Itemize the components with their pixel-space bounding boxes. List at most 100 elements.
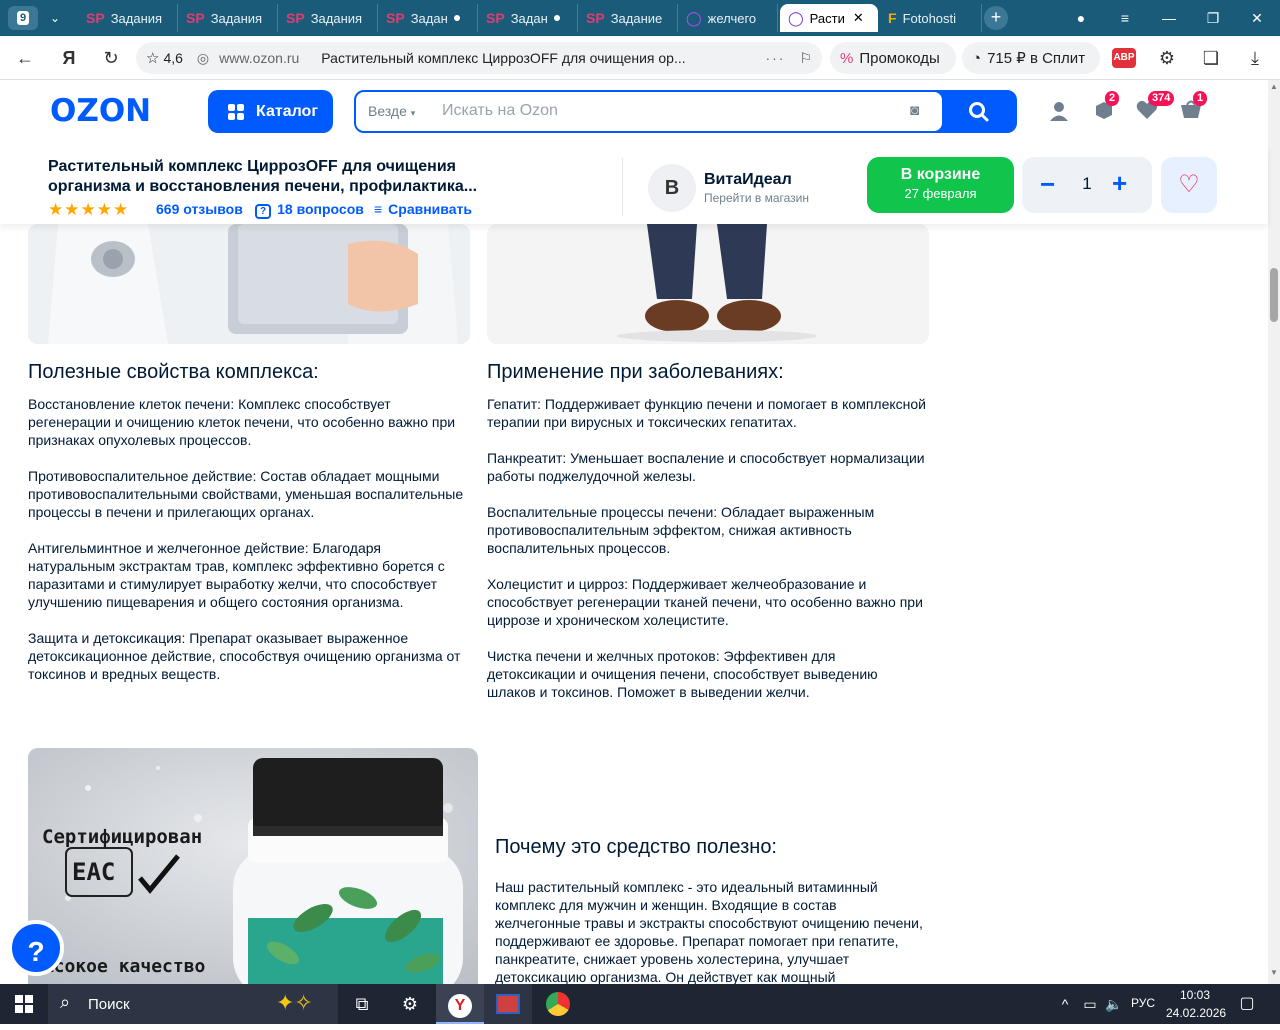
cart-button-label: В корзине xyxy=(900,166,981,183)
new-tab-button[interactable]: + xyxy=(984,6,1008,30)
doctor-image xyxy=(28,224,470,344)
quantity-stepper: − 1 + xyxy=(1022,157,1152,213)
compare-link[interactable]: ≡ Сравнивать xyxy=(374,201,472,217)
settings-icon[interactable]: ⚙ xyxy=(386,984,434,1024)
url-field[interactable]: ☆ 4,6 ◎ www.ozon.ru Растительный комплек… xyxy=(136,42,822,74)
sparkle-icon: ✦✧ xyxy=(276,990,313,1015)
search-scope-select[interactable]: Везде ▾ xyxy=(368,103,415,119)
chevron-up-icon[interactable]: ^ xyxy=(1052,984,1078,1024)
scrollbar-thumb[interactable] xyxy=(1270,268,1278,322)
yandex-icon[interactable]: Я xyxy=(56,46,82,70)
language-indicator[interactable]: РУС xyxy=(1131,996,1155,1010)
restore-icon[interactable]: ❐ xyxy=(1198,6,1228,30)
adblock-icon[interactable]: ABP xyxy=(1112,48,1136,68)
paragraph: Восстановление клеток печени: Комплекс с… xyxy=(28,396,456,448)
browser-tab[interactable]: F Fotohosti xyxy=(880,4,982,32)
close-icon[interactable]: ✕ xyxy=(853,10,864,26)
rating-stars: ★★★★★ xyxy=(48,200,130,219)
tab-label: Задания xyxy=(210,10,263,26)
browser-tab[interactable]: SP Задания xyxy=(178,4,278,32)
quantity-value: 1 xyxy=(1082,174,1092,193)
unread-dot xyxy=(553,15,560,21)
tab-label: Задан xyxy=(510,10,548,26)
search-icon[interactable] xyxy=(968,101,990,128)
bookmark-icon[interactable]: ⚐ xyxy=(799,50,812,67)
unread-dot xyxy=(453,15,460,21)
eac-mark: EAC xyxy=(72,858,116,886)
delivery-date: 27 февраля xyxy=(904,186,977,201)
volume-icon[interactable]: 🔈 xyxy=(1102,984,1126,1024)
close-window-icon[interactable]: ✕ xyxy=(1242,6,1272,30)
tab-label: Задан xyxy=(410,10,448,26)
seller-avatar[interactable]: В xyxy=(648,164,696,212)
split-button[interactable]: ◔ 715 ₽ в Сплит xyxy=(962,42,1100,74)
search-icon: ⌕ xyxy=(60,992,71,1012)
seller-store-link[interactable]: Перейти в магазин xyxy=(704,191,809,205)
questions-link[interactable]: ? 18 вопросов xyxy=(255,201,364,219)
paragraph: Противовоспалительное действие: Состав о… xyxy=(28,468,464,520)
address-bar: ← Я ↻ ☆ 4,6 ◎ www.ozon.ru Растительный к… xyxy=(0,36,1280,80)
ozon-logo[interactable]: OZON xyxy=(50,93,151,129)
product-jar-image: Сертифицирован EAC высокое качество xyxy=(28,748,478,984)
browser-tab[interactable]: SP Задание xyxy=(578,4,678,32)
page-title: Растительный комплекс ЦиррозOFF для очищ… xyxy=(321,50,686,66)
chevron-down-icon[interactable]: ⌄ xyxy=(42,6,68,30)
reviews-link[interactable]: 669 отзывов xyxy=(156,201,243,217)
clock-date[interactable]: 24.02.2026 xyxy=(1166,1006,1226,1020)
minimize-icon[interactable]: — xyxy=(1154,6,1184,30)
paragraph: Холецистит и цирроз: Поддерживает желчео… xyxy=(487,576,923,628)
extensions-icon[interactable]: ⚙ xyxy=(1154,46,1180,70)
collections-icon[interactable]: ❏ xyxy=(1198,46,1224,70)
search-input[interactable]: Искать на Ozon xyxy=(442,102,558,120)
url-text: www.ozon.ru xyxy=(219,50,300,66)
compare-icon: ≡ xyxy=(374,201,383,217)
menu-icon[interactable]: ≡ xyxy=(1110,6,1140,30)
scroll-down-arrow[interactable]: ▼ xyxy=(1270,968,1278,977)
back-arrow-icon[interactable]: ← xyxy=(12,46,38,70)
browser-tab-active[interactable]: ◯ Расти ✕ xyxy=(780,4,878,32)
profile-icon[interactable] xyxy=(1047,100,1071,124)
favorites-badge: 374 xyxy=(1148,91,1175,106)
in-cart-button[interactable]: В корзине 27 февраля xyxy=(867,157,1014,213)
browser-tab[interactable]: SP Задания xyxy=(278,4,378,32)
more-icon[interactable]: ··· xyxy=(765,50,785,66)
minus-button[interactable]: − xyxy=(1040,169,1055,200)
photos-app-icon[interactable] xyxy=(484,984,532,1024)
reload-icon[interactable]: ↻ xyxy=(98,46,124,70)
paragraph: Воспалительные процессы печени: Обладает… xyxy=(487,504,875,556)
profile-icon[interactable]: ● xyxy=(1066,6,1096,30)
camera-icon[interactable]: ◙ xyxy=(910,102,930,120)
browser-tab-bar: 9 ⌄ SP Задания SP Задания SP Задания SP Зада… xyxy=(0,0,1280,36)
paragraph: Наш растительный комплекс - это идеальны… xyxy=(495,879,923,984)
tab-favicon: SP xyxy=(386,10,405,26)
browser-tab[interactable]: ◯ желчего xyxy=(678,4,778,32)
notifications-icon[interactable]: ▢ xyxy=(1230,984,1264,1024)
heart-icon[interactable]: ♡ xyxy=(1161,157,1217,213)
tab-label: Расти xyxy=(809,10,845,26)
browser-tab[interactable]: SP Задан xyxy=(478,4,578,32)
compare-label: Сравнивать xyxy=(388,201,472,217)
seller-name[interactable]: ВитаИдеал xyxy=(704,171,792,189)
tab-count-button[interactable]: 9 xyxy=(8,6,38,30)
clock-time[interactable]: 10:03 xyxy=(1180,988,1210,1002)
network-icon[interactable]: ▭ xyxy=(1078,984,1102,1024)
scroll-up-arrow[interactable]: ▲ xyxy=(1270,82,1278,91)
download-icon[interactable]: ⤓ xyxy=(1242,46,1268,70)
doctor-legs-image xyxy=(487,224,929,344)
windows-start-icon[interactable] xyxy=(0,984,48,1024)
browser-tab[interactable]: SP Задания xyxy=(78,4,178,32)
browser-tab[interactable]: SP Задан xyxy=(378,4,478,32)
divider xyxy=(622,158,623,216)
promo-button[interactable]: % Промокоды xyxy=(830,42,956,74)
help-button[interactable]: ? xyxy=(8,920,64,976)
split-label: 715 ₽ в Сплит xyxy=(987,50,1086,67)
yandex-browser-icon[interactable]: Y xyxy=(436,984,484,1024)
catalog-button[interactable]: Каталог xyxy=(208,90,333,133)
chrome-icon[interactable] xyxy=(534,984,582,1024)
tab-label: желчего xyxy=(707,10,757,26)
task-view-icon[interactable]: ⧉ xyxy=(338,984,386,1024)
taskbar-search[interactable]: ⌕ Поиск ✦✧ xyxy=(48,984,338,1024)
page-scrollbar[interactable]: ▲ ▼ xyxy=(1268,80,1280,984)
questions-label: 18 вопросов xyxy=(277,201,364,217)
plus-button[interactable]: + xyxy=(1112,168,1127,199)
